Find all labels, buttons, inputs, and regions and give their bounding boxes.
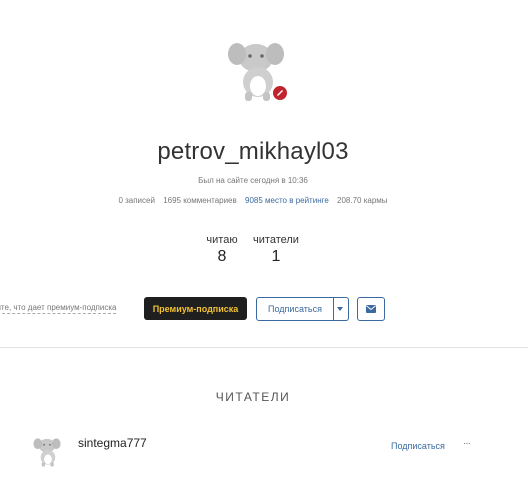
comments-count[interactable]: 1695 комментариев bbox=[163, 196, 237, 205]
reader-username-link[interactable]: sintegma777 bbox=[78, 436, 147, 450]
posts-count[interactable]: 0 записей bbox=[118, 196, 155, 205]
section-divider bbox=[0, 347, 528, 348]
following-value: 8 bbox=[217, 248, 227, 265]
readers-label: читатели bbox=[253, 234, 299, 246]
subscribe-button[interactable]: Подписаться bbox=[256, 297, 334, 321]
last-seen-text: Был на сайте сегодня в 10:36 bbox=[198, 176, 308, 185]
readers-section-title: ЧИТАТЕЛИ bbox=[215, 390, 291, 404]
rating-link[interactable]: 9085 место в рейтинге bbox=[245, 196, 329, 205]
profile-stats: 0 записей 1695 комментариев 9085 место в… bbox=[0, 196, 506, 205]
subscribe-dropdown-button[interactable] bbox=[332, 297, 349, 321]
chevron-down-icon bbox=[337, 307, 343, 311]
patron-badge-icon bbox=[271, 84, 289, 102]
following-label: читаю bbox=[206, 234, 238, 246]
readers-value: 1 bbox=[271, 248, 281, 265]
more-options-icon[interactable]: ··· bbox=[463, 438, 471, 449]
reader-subscribe-button[interactable]: Подписаться bbox=[391, 441, 445, 451]
elephant-avatar-icon bbox=[33, 438, 61, 467]
reader-avatar[interactable] bbox=[30, 435, 64, 469]
readers-counter[interactable]: читатели 1 bbox=[250, 234, 302, 266]
envelope-icon bbox=[366, 305, 376, 313]
message-button[interactable] bbox=[357, 297, 385, 321]
karma-count: 208.70 кармы bbox=[337, 196, 388, 205]
premium-info-link[interactable]: айте, что дает премиум-подписка bbox=[0, 302, 117, 314]
following-counter[interactable]: читаю 8 bbox=[196, 234, 248, 266]
profile-username: petrov_mikhayl03 bbox=[157, 138, 349, 165]
premium-subscription-button[interactable]: Премиум-подписка bbox=[144, 297, 247, 320]
